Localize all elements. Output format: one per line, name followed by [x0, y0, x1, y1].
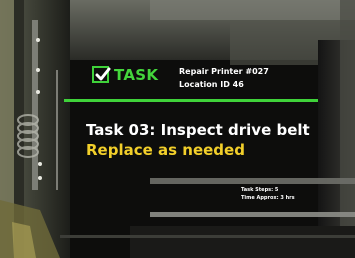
time-approx: Time Approx: 3 hrs: [241, 195, 295, 201]
task-badge-label: TASK: [114, 66, 159, 84]
task-title: Task 03: Inspect drive belt: [86, 121, 310, 139]
repair-title: Repair Printer #027: [179, 67, 269, 76]
location-id: Location ID 46: [179, 80, 244, 89]
ar-viewport: TASK Repair Printer #027 Location ID 46 …: [0, 0, 355, 258]
task-steps-count: Task Steps: 5: [241, 187, 279, 193]
task-instruction: Replace as needed: [86, 141, 245, 159]
header-divider: [64, 99, 318, 102]
checkbox-checked-icon: [92, 66, 111, 83]
